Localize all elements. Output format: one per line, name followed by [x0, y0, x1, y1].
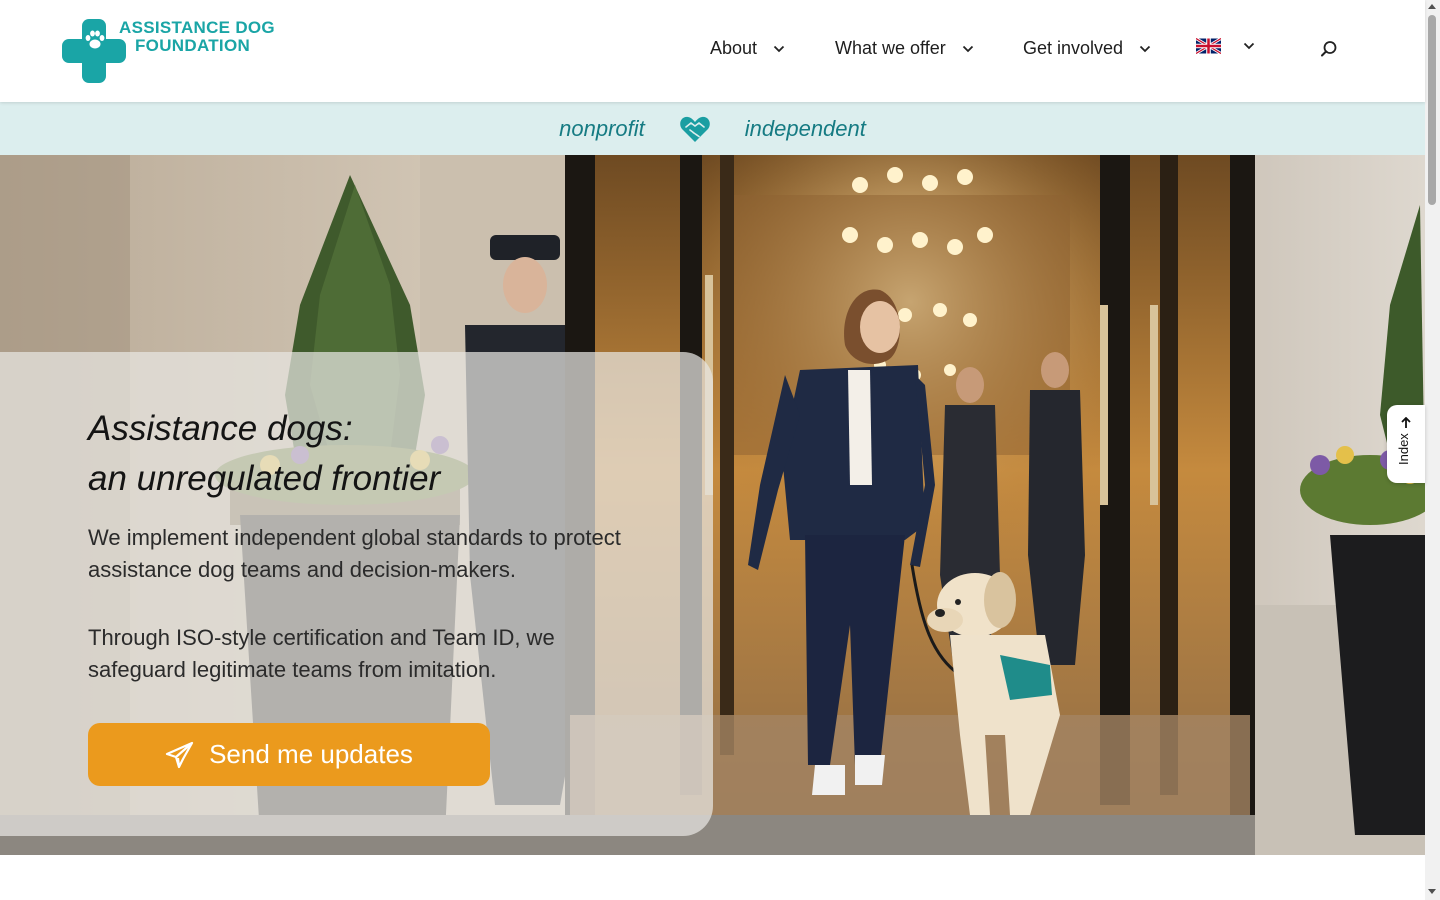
chevron-down-icon: [962, 45, 973, 52]
nav-about-label: About: [710, 38, 758, 58]
logo-cross-icon: [62, 19, 126, 83]
hero-paragraph-1: We implement independent global standard…: [88, 525, 621, 582]
search-icon[interactable]: [1320, 40, 1338, 58]
nav-what-we-offer[interactable]: What we offer: [835, 38, 985, 59]
scrollbar-thumb[interactable]: [1428, 15, 1436, 205]
chevron-down-icon: [773, 45, 785, 52]
language-selector[interactable]: [1196, 38, 1255, 54]
hero-section: Assistance dogs: an unregulated frontier…: [0, 155, 1425, 855]
hero-card: Assistance dogs: an unregulated frontier…: [0, 352, 713, 836]
site-logo[interactable]: ASSISTANCE DOG FOUNDATION: [62, 19, 275, 85]
chevron-down-icon: [1139, 45, 1151, 52]
site-header: ASSISTANCE DOG FOUNDATION About What we …: [0, 0, 1425, 102]
paw-icon: [85, 30, 105, 49]
tagline-nonprofit: nonprofit: [559, 115, 645, 141]
arrow-up-icon: [1401, 417, 1411, 428]
tagline-band: nonprofit independent: [0, 102, 1425, 155]
nav-about[interactable]: About: [710, 38, 800, 59]
scroll-down-arrow-icon[interactable]: [1428, 889, 1436, 894]
hero-title: Assistance dogs: an unregulated frontier: [88, 404, 440, 504]
send-updates-label: Send me updates: [209, 739, 413, 769]
hero-paragraph-2: Through ISO-style certification and Team…: [88, 625, 555, 682]
scroll-up-arrow-icon[interactable]: [1428, 4, 1436, 9]
hero-title-line-2: an unregulated frontier: [88, 459, 441, 498]
nav-get-involved[interactable]: Get involved: [1023, 38, 1173, 59]
uk-flag-icon: [1196, 38, 1221, 54]
paper-plane-icon: [165, 741, 194, 768]
index-tab-label: Index: [1396, 433, 1411, 465]
hero-title-line-1: Assistance dogs:: [88, 409, 353, 448]
logo-wordmark: ASSISTANCE DOG FOUNDATION: [119, 19, 275, 55]
index-tab[interactable]: Index: [1387, 405, 1425, 483]
page-scrollbar[interactable]: [1425, 0, 1440, 900]
heart-handshake-icon: [679, 114, 711, 144]
logo-line-1: ASSISTANCE DOG: [119, 18, 275, 37]
send-updates-button[interactable]: Send me updates: [88, 723, 490, 786]
tagline-independent: independent: [744, 115, 866, 141]
nav-get-involved-label: Get involved: [1023, 38, 1124, 58]
chevron-down-icon: [1243, 42, 1255, 50]
nav-what-we-offer-label: What we offer: [835, 38, 946, 58]
logo-line-2: FOUNDATION: [135, 36, 251, 55]
